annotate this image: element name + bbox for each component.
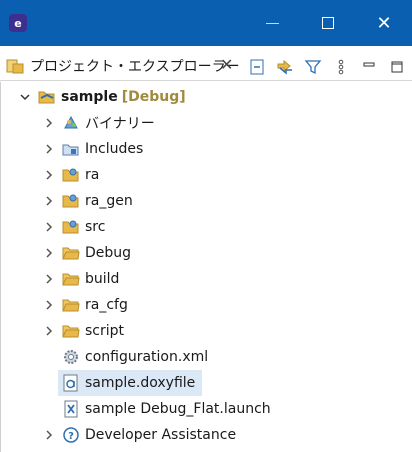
project-explorer-icon: [6, 57, 24, 75]
minimize-window-button[interactable]: [244, 0, 300, 46]
doxyfile-icon: [62, 374, 80, 392]
maximize-window-button[interactable]: [300, 0, 356, 46]
source-folder-icon: [62, 192, 80, 210]
maximize-view-icon[interactable]: [386, 56, 408, 78]
tree-item-label: Includes: [85, 141, 144, 157]
tree-item[interactable]: ra_gen: [42, 188, 133, 214]
tree-item-selected[interactable]: sample.doxyfile: [58, 370, 202, 396]
folder-icon: [62, 270, 80, 288]
window-titlebar: e ✕: [0, 0, 412, 46]
tree-item[interactable]: configuration.xml: [62, 344, 208, 370]
tab-project-explorer[interactable]: プロジェクト・エクスプローラー ✕: [6, 52, 242, 80]
tree-item[interactable]: script: [42, 318, 124, 344]
tree-item[interactable]: ? Developer Assistance: [42, 422, 236, 448]
chevron-right-icon[interactable]: [42, 194, 56, 208]
tree-item-label: ra_gen: [85, 193, 133, 209]
folder-icon: [62, 244, 80, 262]
tree-item-label: Developer Assistance: [85, 427, 237, 443]
tree-item-label: sample Debug_Flat.launch: [85, 401, 271, 417]
tree-item-label: script: [85, 323, 125, 339]
tree-item[interactable]: バイナリー: [42, 110, 155, 136]
tree-item[interactable]: Debug: [42, 240, 131, 266]
tree-item[interactable]: build: [42, 266, 119, 292]
source-folder-icon: [62, 166, 80, 184]
help-circle-icon: ?: [62, 426, 80, 444]
app-logo-icon: e: [9, 14, 27, 32]
chevron-right-icon[interactable]: [42, 220, 56, 234]
tab-close-icon[interactable]: ✕: [220, 55, 233, 74]
minimize-view-icon[interactable]: [358, 56, 380, 78]
chevron-right-icon[interactable]: [42, 324, 56, 338]
includes-icon: [62, 140, 80, 158]
folder-icon: [62, 296, 80, 314]
project-name: sample: [61, 89, 118, 105]
binaries-icon: [62, 114, 80, 132]
chevron-right-icon[interactable]: [42, 272, 56, 286]
link-with-editor-icon[interactable]: [274, 56, 296, 78]
launch-file-icon: [62, 400, 80, 418]
close-icon: ✕: [376, 12, 392, 34]
tree-item[interactable]: src: [42, 214, 105, 240]
tree-item-label: configuration.xml: [85, 349, 209, 365]
project-folder-icon: [38, 88, 56, 106]
source-folder-icon: [62, 218, 80, 236]
tree-item-label: sample.doxyfile: [85, 375, 196, 391]
tree-item-label: build: [85, 271, 120, 287]
chevron-right-icon[interactable]: [42, 116, 56, 130]
tree-item-label: バイナリー: [85, 116, 155, 132]
chevron-right-icon[interactable]: [42, 142, 56, 156]
chevron-right-icon[interactable]: [42, 246, 56, 260]
view-toolbar: [246, 54, 412, 80]
tab-title: プロジェクト・エクスプローラー: [30, 59, 240, 75]
tree-item-label: ra_cfg: [85, 297, 128, 313]
tree-item[interactable]: sample Debug_Flat.launch: [62, 396, 271, 422]
filter-icon[interactable]: [302, 56, 324, 78]
tree-item[interactable]: Includes: [42, 136, 143, 162]
tree-item[interactable]: ra_cfg: [42, 292, 128, 318]
minimize-icon: [265, 22, 279, 24]
tree-item-label: Debug: [85, 245, 132, 261]
chevron-right-icon[interactable]: [42, 428, 56, 442]
tree-item-label: src: [85, 219, 106, 235]
close-window-button[interactable]: ✕: [356, 0, 412, 46]
chevron-right-icon[interactable]: [42, 298, 56, 312]
tab-divider: [0, 80, 412, 81]
collapse-all-icon[interactable]: [246, 56, 268, 78]
tree-item[interactable]: ra: [42, 162, 99, 188]
svg-text:?: ?: [68, 431, 74, 442]
config-gear-icon: [62, 348, 80, 366]
chevron-down-icon[interactable]: [18, 90, 32, 104]
tree-item-label: ra: [85, 167, 100, 183]
view-tabbar: プロジェクト・エクスプローラー ✕: [0, 48, 412, 82]
folder-icon: [62, 322, 80, 340]
tree-item-project[interactable]: sample [Debug]: [18, 84, 186, 110]
project-build-config: [Debug]: [121, 89, 186, 105]
chevron-right-icon[interactable]: [42, 168, 56, 182]
view-menu-icon[interactable]: [330, 56, 352, 78]
view-left-border: [0, 82, 1, 452]
maximize-icon: [322, 17, 334, 29]
